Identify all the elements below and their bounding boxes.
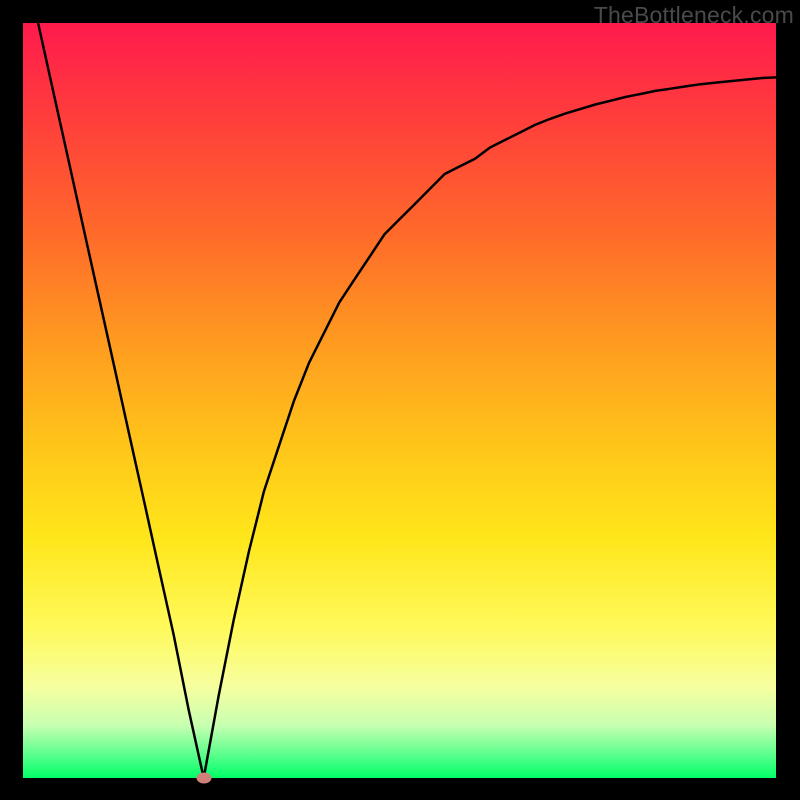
watermark-text: TheBottleneck.com	[594, 2, 794, 29]
minimum-marker	[196, 773, 211, 784]
chart-stage: TheBottleneck.com	[0, 0, 800, 800]
bottleneck-curve	[23, 23, 776, 778]
curve-path	[38, 23, 776, 778]
plot-area	[23, 23, 776, 778]
